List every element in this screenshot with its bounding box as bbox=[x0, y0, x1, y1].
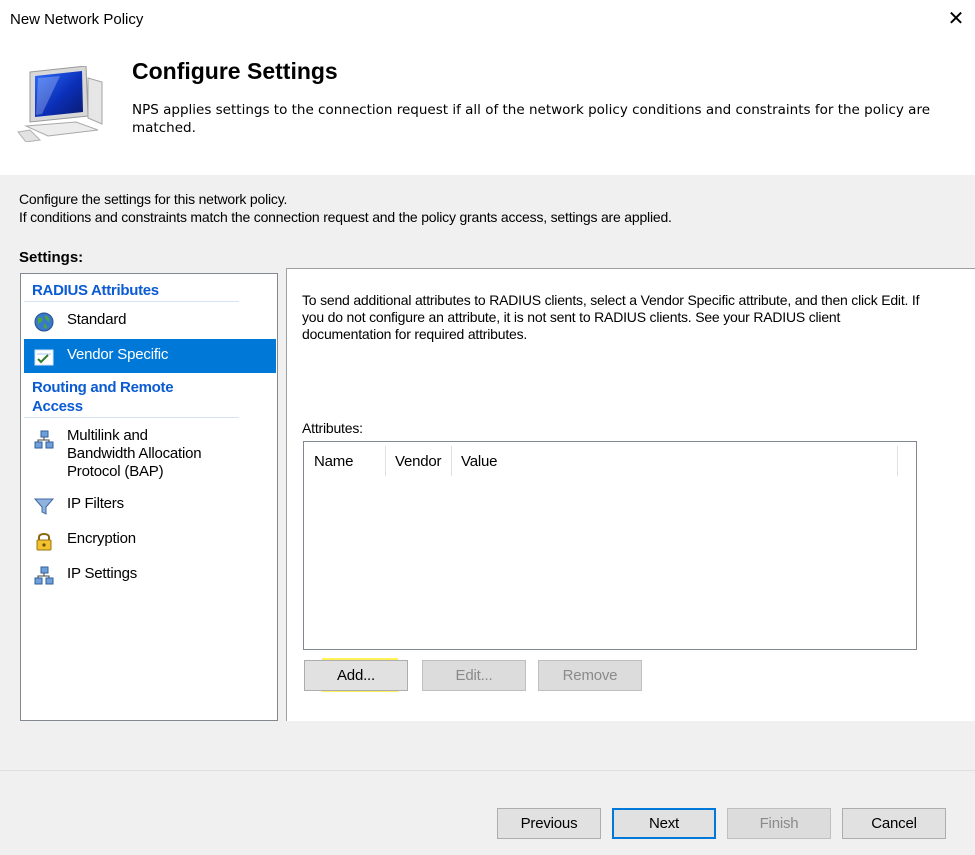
attributes-list[interactable]: Name Vendor Value bbox=[303, 441, 917, 650]
nav-group-radius-attributes: RADIUS Attributes bbox=[32, 282, 159, 299]
settings-label: Settings: bbox=[19, 249, 84, 266]
nav-item-ip-settings[interactable]: IP Settings bbox=[24, 558, 276, 592]
nav-item-multilink-bap[interactable]: Multilink and Bandwidth Allocation Proto… bbox=[24, 422, 276, 484]
column-header-value[interactable]: Value bbox=[451, 442, 897, 478]
close-icon: ✕ bbox=[947, 8, 965, 30]
page-heading: Configure Settings bbox=[132, 58, 338, 84]
network-icon bbox=[34, 566, 54, 586]
nav-item-ip-filters[interactable]: IP Filters bbox=[24, 488, 276, 522]
network-icon bbox=[34, 430, 54, 450]
detail-description: To send additional attributes to RADIUS … bbox=[302, 292, 920, 342]
nav-item-standard[interactable]: Standard bbox=[24, 304, 276, 338]
globe-icon bbox=[34, 312, 54, 332]
attributes-label: Attributes: bbox=[302, 420, 363, 436]
nav-item-vendor-specific[interactable]: Vendor Specific bbox=[24, 339, 276, 373]
nav-group-line: Routing and Remote bbox=[32, 379, 174, 396]
column-divider[interactable] bbox=[897, 446, 898, 476]
funnel-icon bbox=[33, 496, 55, 516]
nav-item-label: Multilink and Bandwidth Allocation Proto… bbox=[67, 427, 202, 481]
remove-button[interactable]: Remove bbox=[538, 660, 642, 691]
nav-item-label: Encryption bbox=[67, 530, 136, 547]
close-button[interactable]: ✕ bbox=[938, 2, 974, 36]
previous-button[interactable]: Previous bbox=[497, 808, 601, 839]
window-title: New Network Policy bbox=[10, 11, 144, 28]
nav-item-label: IP Filters bbox=[67, 495, 124, 512]
checklist-icon bbox=[34, 347, 54, 367]
nav-item-encryption[interactable]: Encryption bbox=[24, 523, 276, 557]
column-header-name[interactable]: Name bbox=[304, 442, 385, 478]
nav-group-routing-remote-access: Routing and Remote Access bbox=[32, 378, 174, 416]
edit-button[interactable]: Edit... bbox=[422, 660, 526, 691]
nav-item-label: Standard bbox=[67, 311, 127, 328]
nav-item-label-line: Multilink and bbox=[67, 427, 148, 444]
finish-button[interactable]: Finish bbox=[727, 808, 831, 839]
add-button[interactable]: Add... bbox=[304, 660, 408, 691]
monitor-icon bbox=[16, 65, 108, 143]
nav-item-label: IP Settings bbox=[67, 565, 138, 582]
nav-divider bbox=[24, 301, 239, 302]
settings-nav: RADIUS Attributes Standard Vendor Specif… bbox=[20, 273, 278, 721]
lock-icon bbox=[34, 531, 54, 551]
nav-item-label: Vendor Specific bbox=[67, 346, 169, 363]
nav-item-label-line: Bandwidth Allocation bbox=[67, 445, 202, 462]
page-subtitle: NPS applies settings to the connection r… bbox=[132, 102, 931, 118]
nav-group-line: Access bbox=[32, 398, 83, 415]
intro-text: Configure the settings for this network … bbox=[19, 191, 288, 207]
page-subtitle-continued: matched. bbox=[132, 120, 196, 136]
nav-item-label-line: Protocol (BAP) bbox=[67, 463, 164, 480]
cancel-button[interactable]: Cancel bbox=[842, 808, 946, 839]
nav-divider bbox=[24, 417, 239, 418]
column-header-vendor[interactable]: Vendor bbox=[385, 442, 451, 478]
next-button[interactable]: Next bbox=[612, 808, 716, 839]
intro-text-2: If conditions and constraints match the … bbox=[19, 209, 672, 225]
